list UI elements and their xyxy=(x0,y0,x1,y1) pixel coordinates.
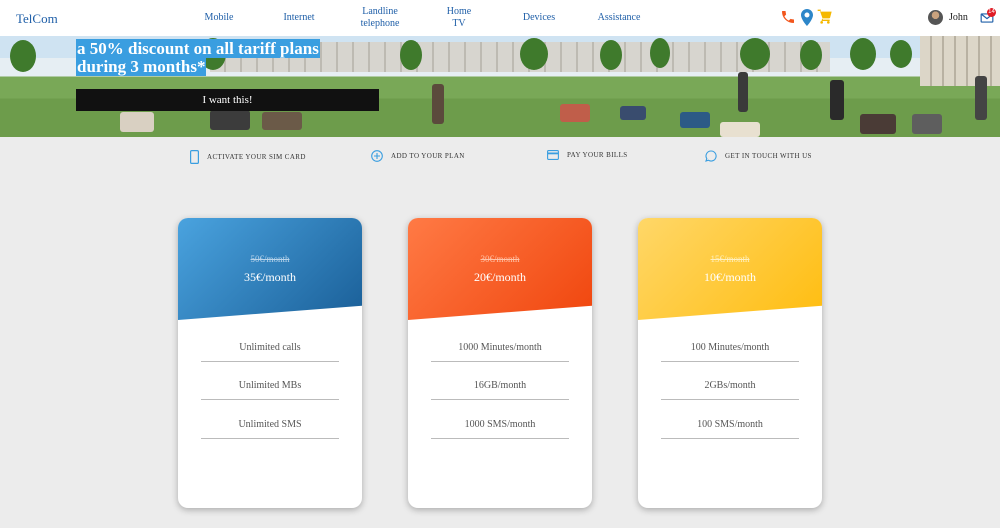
person xyxy=(560,104,590,122)
tree xyxy=(650,38,670,68)
person xyxy=(210,110,250,130)
quick-link-activate-sim[interactable]: ACTIVATE YOUR SIM CARD xyxy=(190,150,306,164)
nav-devices[interactable]: Devices xyxy=(517,12,561,24)
tree xyxy=(740,38,770,70)
hero-building-right xyxy=(920,36,1000,86)
tree xyxy=(600,40,622,70)
plan-feature: 16GB/month xyxy=(431,380,569,400)
plan-card-header xyxy=(638,218,822,320)
person xyxy=(120,112,154,132)
quick-link-contact[interactable]: GET IN TOUCH WITH US xyxy=(705,150,812,162)
plan-feature: 2GBs/month xyxy=(661,380,799,400)
plan-feature: Unlimited calls xyxy=(201,342,339,362)
phone-icon[interactable] xyxy=(780,9,796,25)
person xyxy=(830,80,844,120)
plus-circle-icon xyxy=(371,150,383,162)
sim-card-icon xyxy=(190,150,199,164)
old-price: 50€/month xyxy=(250,254,290,264)
person xyxy=(975,76,987,120)
person xyxy=(720,122,760,137)
plan-feature: Unlimited SMS xyxy=(201,419,339,439)
credit-card-icon xyxy=(547,150,559,160)
nav-home-tv[interactable]: Home TV xyxy=(442,6,476,30)
price: 10€/month xyxy=(703,270,756,284)
quick-link-label: ACTIVATE YOUR SIM CARD xyxy=(207,153,306,161)
avatar xyxy=(928,10,943,25)
old-price: 30€/month xyxy=(480,254,520,264)
tree xyxy=(890,40,912,68)
tree xyxy=(10,40,36,72)
plan-card-standard[interactable]: 30€/month 20€/month 1000 Minutes/month 1… xyxy=(408,218,592,508)
nav-assistance[interactable]: Assistance xyxy=(592,12,646,24)
person xyxy=(262,112,302,130)
tree xyxy=(400,40,422,70)
tree xyxy=(850,38,876,70)
quick-link-label: PAY YOUR BILLS xyxy=(567,151,628,159)
headline-line-2: during 3 months* xyxy=(76,57,207,76)
person xyxy=(620,106,646,120)
tree xyxy=(520,38,548,70)
logo[interactable]: TelCom xyxy=(16,11,58,27)
plan-card-header xyxy=(408,218,592,320)
hero-headline: a 50% discount on all tariff plans durin… xyxy=(76,39,320,76)
person xyxy=(680,112,710,128)
person xyxy=(432,84,444,124)
nav-internet[interactable]: Internet xyxy=(278,12,320,24)
quick-link-pay-bills[interactable]: PAY YOUR BILLS xyxy=(547,150,628,160)
person xyxy=(860,114,896,134)
quick-link-label: ADD TO YOUR PLAN xyxy=(391,152,465,160)
plan-card-header xyxy=(178,218,362,320)
plan-card-premium[interactable]: 50€/month 35€/month Unlimited calls Unli… xyxy=(178,218,362,508)
plan-feature: 1000 SMS/month xyxy=(431,419,569,439)
user-menu[interactable]: John xyxy=(928,10,968,25)
plan-feature: 100 Minutes/month xyxy=(661,342,799,362)
quick-link-label: GET IN TOUCH WITH US xyxy=(725,152,812,160)
quick-link-add-plan[interactable]: ADD TO YOUR PLAN xyxy=(371,150,465,162)
nav-landline-telephone[interactable]: Landline telephone xyxy=(355,6,405,30)
notification-badge: 14 xyxy=(987,8,996,17)
person xyxy=(738,72,748,112)
tree xyxy=(800,40,822,70)
plan-feature: 100 SMS/month xyxy=(661,419,799,439)
location-pin-icon[interactable] xyxy=(801,9,813,26)
username: John xyxy=(949,12,968,23)
old-price: 15€/month xyxy=(710,254,750,264)
price: 35€/month xyxy=(243,270,296,284)
cart-icon[interactable] xyxy=(817,9,833,25)
plan-feature: 1000 Minutes/month xyxy=(431,342,569,362)
plan-feature: Unlimited MBs xyxy=(201,380,339,400)
nav-mobile[interactable]: Mobile xyxy=(199,12,239,24)
hero-cta-button[interactable]: I want this! xyxy=(76,89,379,111)
chat-icon xyxy=(705,150,717,162)
top-navigation-bar: TelCom Mobile Internet Landline telephon… xyxy=(0,0,1000,36)
headline-line-1: a 50% discount on all tariff plans xyxy=(76,39,320,58)
person xyxy=(912,114,942,134)
plan-card-basic[interactable]: 15€/month 10€/month 100 Minutes/month 2G… xyxy=(638,218,822,508)
price: 20€/month xyxy=(473,270,526,284)
